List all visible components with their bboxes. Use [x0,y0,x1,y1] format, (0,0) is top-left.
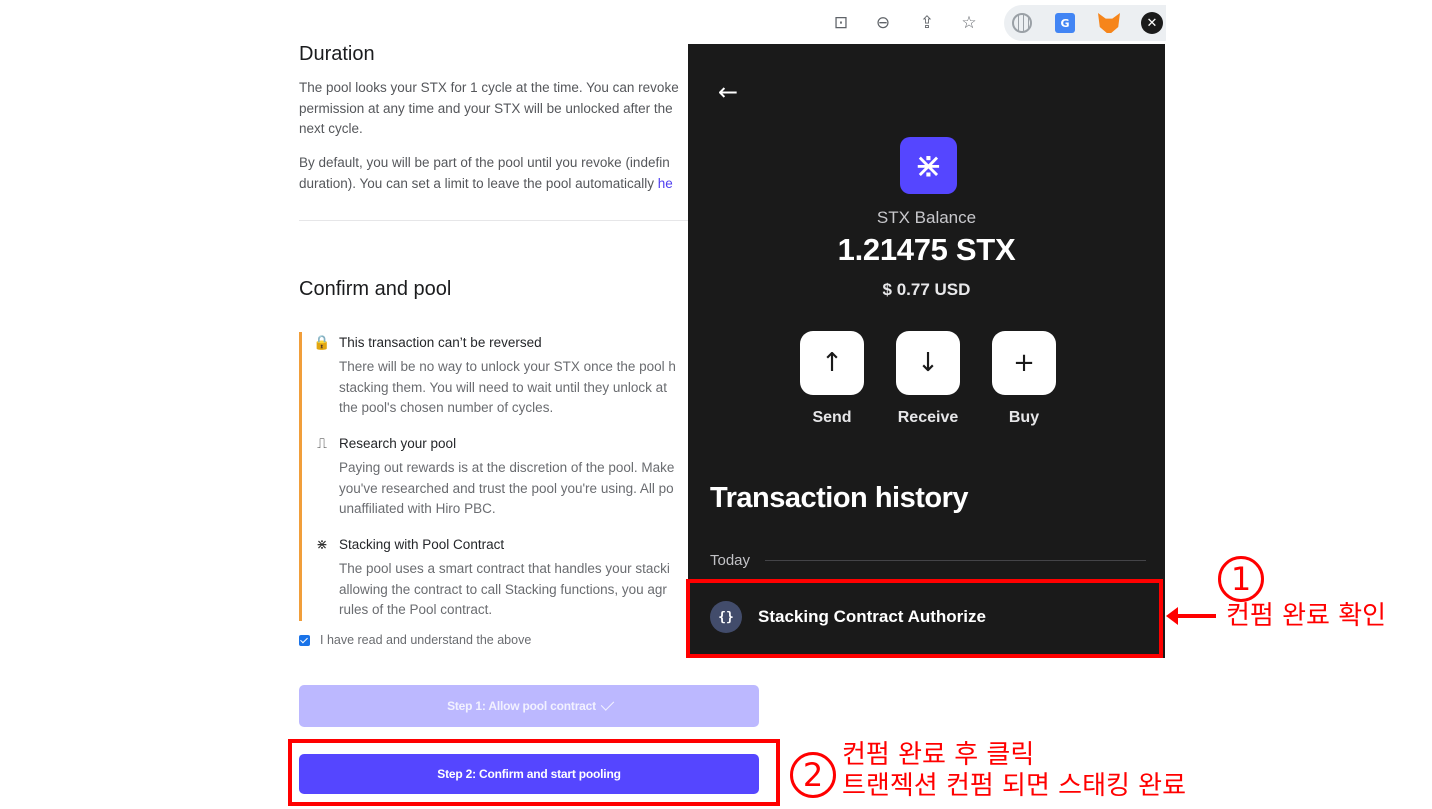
limit-link[interactable]: he [658,176,673,191]
transaction-history-title: Transaction history [710,482,969,514]
step1-allow-contract-button[interactable]: Step 1: Allow pool contract [299,685,759,727]
checkmark-icon [600,696,615,711]
zoom-out-icon[interactable]: ⊖ [872,12,894,34]
buy-action[interactable]: + Buy [992,331,1056,427]
back-arrow-icon[interactable]: ← [718,78,738,106]
metamask-extension-icon[interactable] [1098,12,1120,34]
receive-action[interactable]: ↓ Receive [896,331,960,427]
plus-icon[interactable]: + [992,331,1056,395]
duration-paragraph-1: The pool looks your STX for 1 cycle at t… [299,80,679,136]
acknowledge-row: I have read and understand the above [299,633,531,647]
send-action[interactable]: ↑ Send [800,331,864,427]
transaction-label[interactable]: Stacking Contract Authorize [758,607,986,627]
annotation-text-2: 컨펌 완료 후 클릭 트랜젝션 컨펌 되면 스태킹 완료 [842,740,1187,801]
share-icon[interactable]: ⇪ [916,12,938,34]
confirm-title: Confirm and pool [299,278,452,300]
wallet-popup: ← ⋇ STX Balance 1.21475 STX $ 0.77 USD ↑… [688,44,1165,658]
star-icon[interactable]: ☆ [958,12,980,34]
annotation-number-2: 2 [790,752,836,798]
translate-icon[interactable]: ⊡ [830,12,852,34]
lock-icon: 🔒 [313,335,331,351]
warning-box: 🔒 This transaction can’t be reversed The… [299,332,694,621]
balance-usd: $ 0.77 USD [882,280,971,299]
annotation-number-1: 1 [1218,556,1264,602]
stacks-icon: ⋇ [316,537,328,553]
buy-label: Buy [1008,409,1040,426]
section-divider [299,220,689,221]
transaction-row[interactable]: {} Stacking Contract Authorize [710,601,986,633]
contract-call-icon: {} [710,601,742,633]
warning-title: This transaction can’t be reversed [339,335,542,350]
google-translate-extension-icon[interactable]: G [1054,12,1076,34]
warning-text: Paying out rewards is at the discretion … [339,460,675,516]
step2-label: Step 2: Confirm and start pooling [437,767,621,781]
globe-extension-icon[interactable] [1011,12,1033,34]
today-label: Today [710,552,751,569]
xverse-extension-icon[interactable]: ✕ [1141,12,1163,34]
warning-text: The pool uses a smart contract that hand… [339,561,670,617]
step1-label: Step 1: Allow pool contract [447,699,596,713]
balance-amount: 1.21475 STX [837,232,1016,267]
acknowledge-checkbox[interactable] [299,634,310,646]
steps-icon: ⎍ [317,436,327,452]
acknowledge-label[interactable]: I have read and understand the above [320,633,531,647]
stx-logo-icon: ⋇ [900,137,957,194]
send-label: Send [812,409,852,426]
balance-label: STX Balance [876,208,977,227]
warning-title: Research your pool [339,436,457,451]
browser-toolbar: ⊡ ⊖ ⇪ ☆ G ✕ [686,0,1166,44]
receive-label: Receive [897,409,959,426]
pointer-arrow-icon [1166,607,1216,625]
arrow-up-icon[interactable]: ↑ [800,331,864,395]
today-divider [765,560,1146,561]
annotation-text-1: 컨펌 완료 확인 [1226,601,1387,631]
step2-confirm-pooling-button[interactable]: Step 2: Confirm and start pooling [299,754,759,794]
arrow-down-icon[interactable]: ↓ [896,331,960,395]
duration-paragraph-2: By default, you will be part of the pool… [299,153,694,194]
duration-paragraph-2-text: By default, you will be part of the pool… [299,155,670,191]
warning-text: There will be no way to unlock your STX … [339,359,676,415]
warning-title: Stacking with Pool Contract [339,537,505,552]
duration-title: Duration [299,43,375,65]
